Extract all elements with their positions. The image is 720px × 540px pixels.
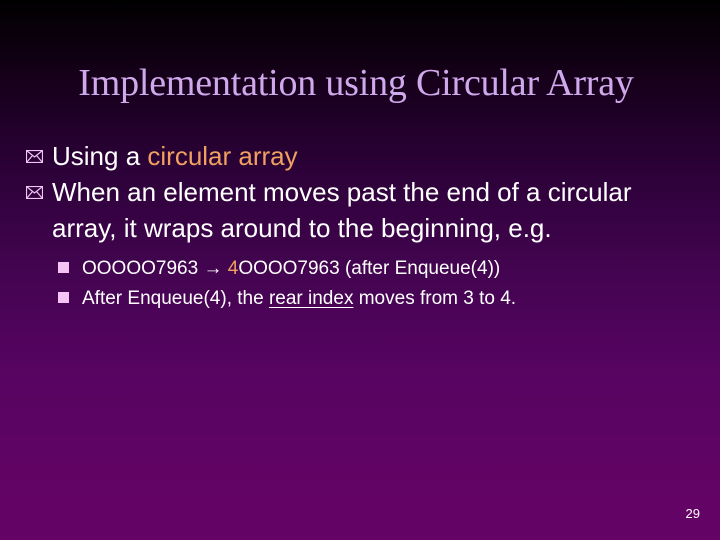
- arrow-icon: →: [203, 258, 223, 279]
- sub-bullet-1-after: OOOO7963 (after Enqueue(4)): [238, 258, 501, 279]
- bullet-2-line-1: When an element moves past the end of a …: [52, 177, 632, 207]
- bullet-2-line-2: array, it wraps around to the beginning,…: [52, 213, 552, 243]
- bullet-1-highlight: circular array: [147, 141, 298, 171]
- bullet-item-2: When an element moves past the end of a …: [24, 174, 632, 246]
- square-bullet-icon: [58, 262, 69, 273]
- bullet-item-1: Using a circular array: [24, 138, 298, 174]
- sub-bullet-1-before: OOOOO7963: [82, 258, 204, 279]
- sub-bullet-item-1: OOOOO7963 → 4OOOO7963 (after Enqueue(4)): [58, 256, 500, 282]
- sub-bullet-2-after: moves from 3 to 4.: [353, 288, 517, 309]
- sub-bullet-item-2: After Enqueue(4), the rear index moves f…: [58, 286, 516, 312]
- page-number: 29: [685, 506, 700, 521]
- envelope-icon: [24, 150, 46, 164]
- sub-bullet-2-before: After Enqueue(4), the: [82, 288, 269, 309]
- slide-title: Implementation using Circular Array: [78, 62, 634, 104]
- bullet-1-text: Using a: [52, 141, 148, 171]
- sub-bullet-2-underlined: rear index: [268, 288, 354, 309]
- square-bullet-icon: [58, 292, 69, 303]
- envelope-icon: [24, 186, 46, 200]
- sub-bullet-1-highlight: 4: [227, 258, 239, 279]
